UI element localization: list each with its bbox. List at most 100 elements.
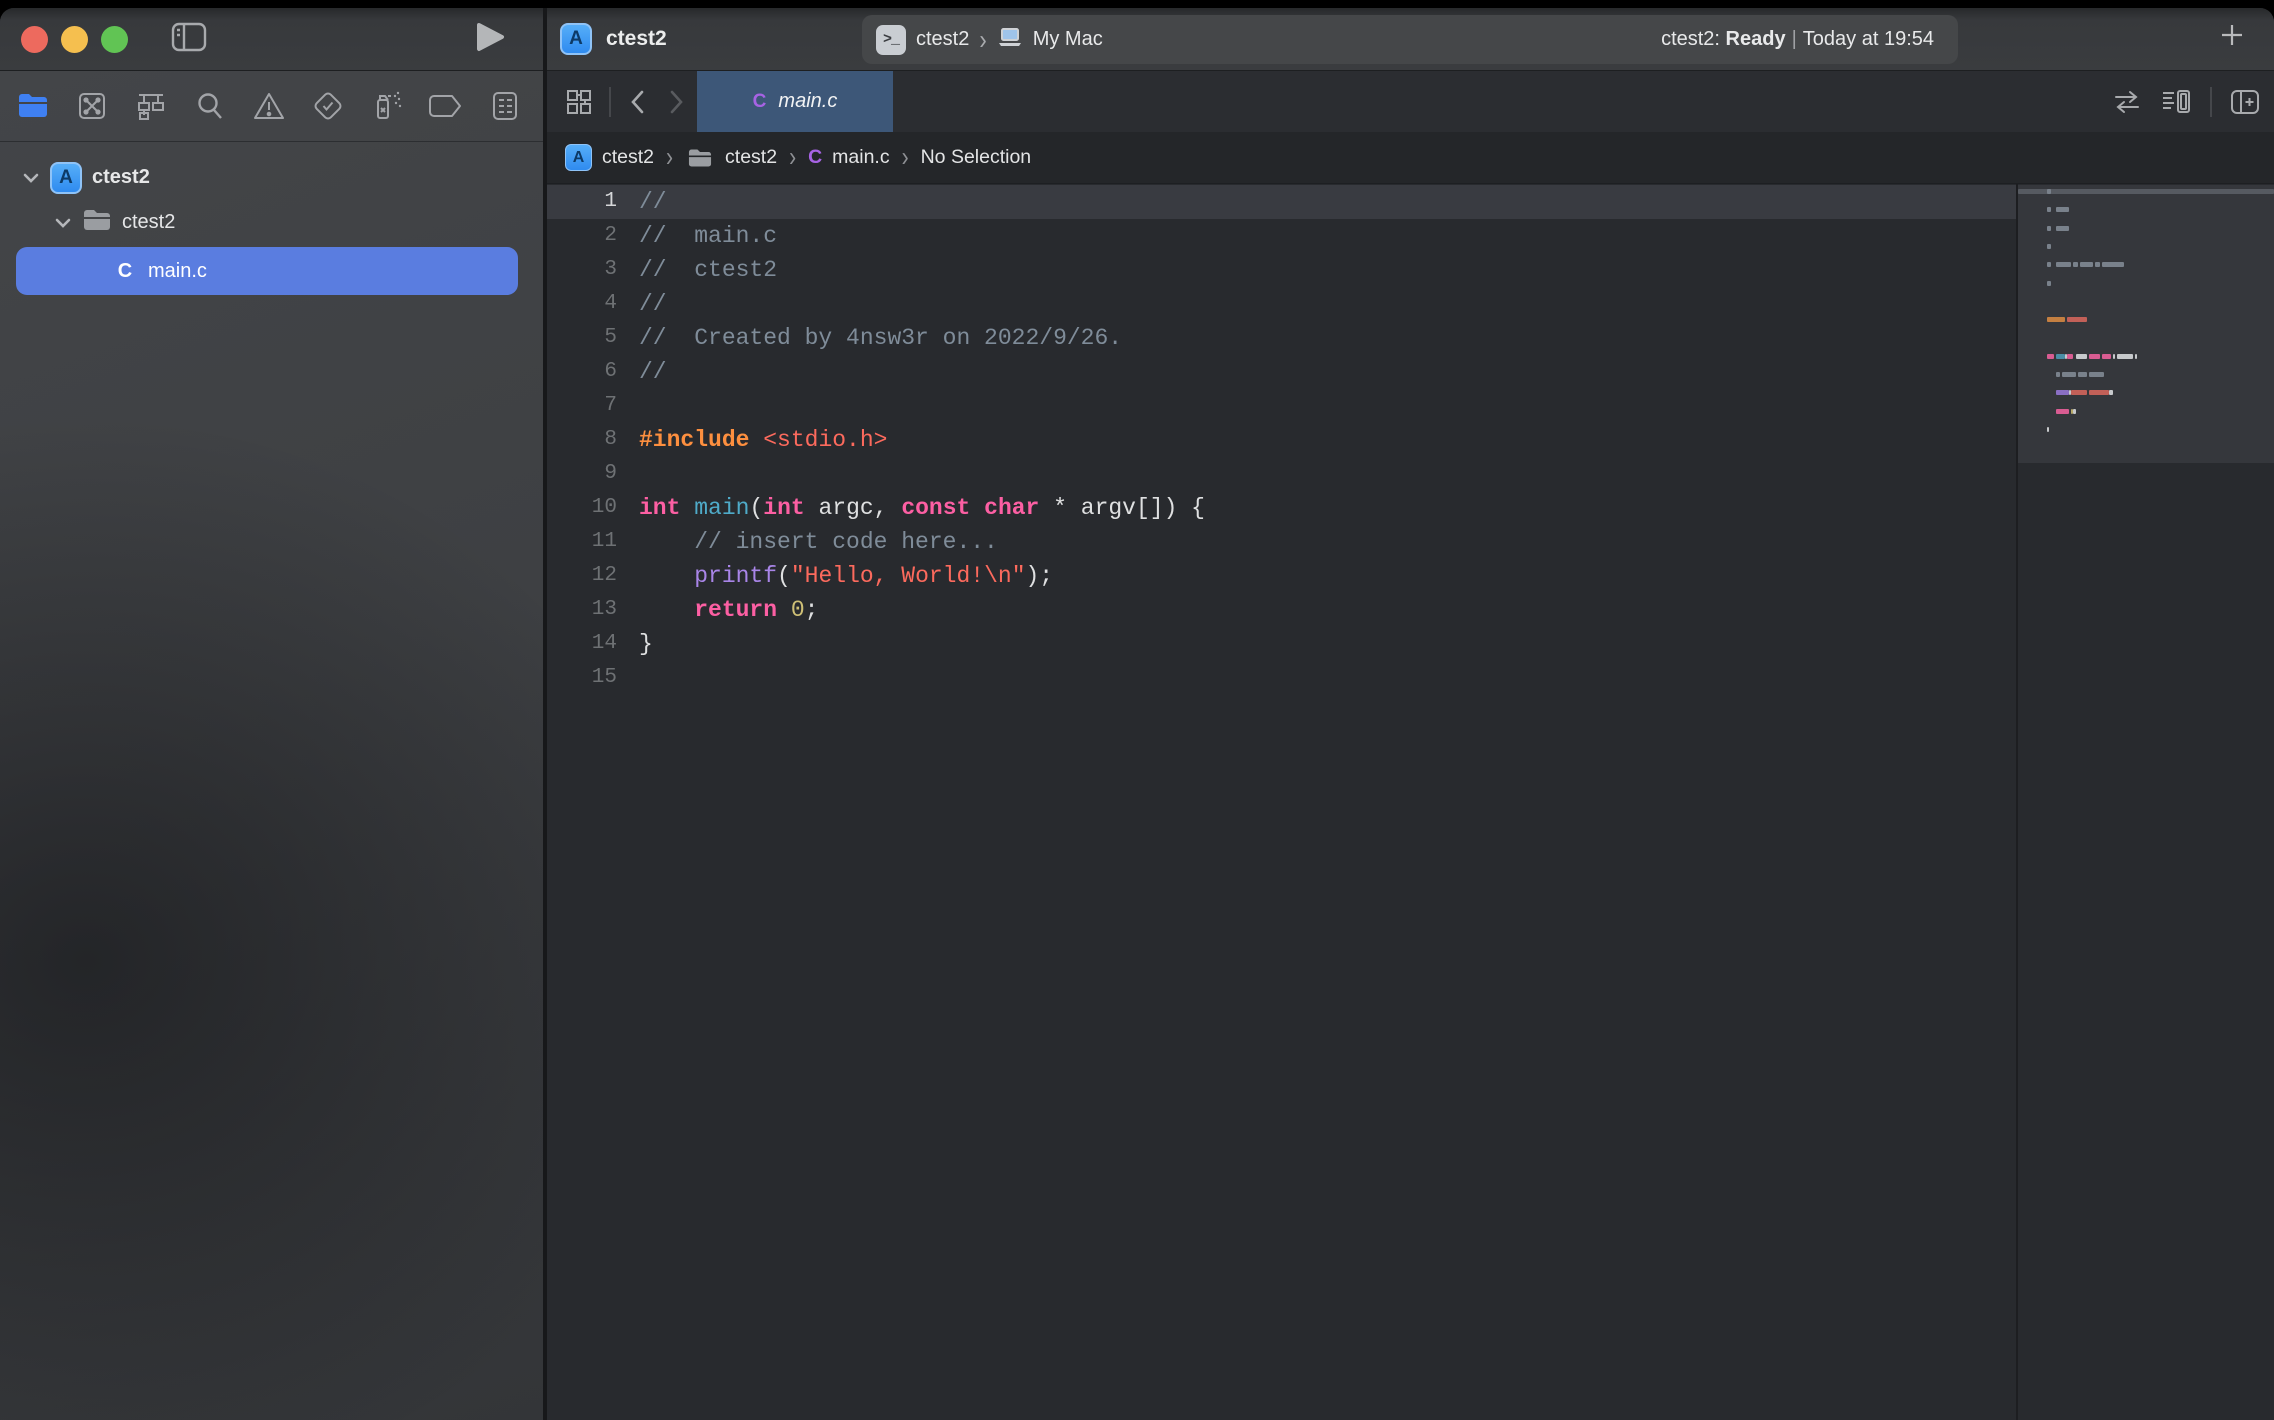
code-text: // main.c: [639, 219, 777, 253]
disclosure-chevron-icon[interactable]: [20, 172, 42, 184]
line-number: 2: [547, 219, 639, 253]
minimap-segment: [2071, 390, 2086, 395]
tree-item-main.c[interactable]: Cmain.c: [16, 247, 518, 295]
minimap[interactable]: [2018, 185, 2274, 463]
laptop-icon: [997, 26, 1023, 54]
traffic-light-zoom[interactable]: [101, 26, 128, 53]
code-line-13[interactable]: 13 return 0;: [547, 593, 2274, 627]
code-line-12[interactable]: 12 printf("Hello, World!\n");: [547, 559, 2274, 593]
minimap-segment: [2047, 262, 2051, 267]
line-number: 7: [547, 389, 639, 423]
folder-icon: [687, 147, 713, 167]
code-text: //: [639, 185, 667, 219]
window-title: ctest2: [606, 27, 667, 51]
library-plus-button[interactable]: [2212, 22, 2252, 56]
minimap-segment: [2047, 427, 2049, 432]
code-line-7[interactable]: 7: [547, 389, 2274, 423]
minimap-segment: [2089, 390, 2109, 395]
minimap-segment: [2102, 262, 2124, 267]
code-line-6[interactable]: 6//: [547, 355, 2274, 389]
code-text: int main(int argc, const char * argv[]) …: [639, 491, 1205, 525]
code-line-8[interactable]: 8#include <stdio.h>: [547, 423, 2274, 457]
code-line-1[interactable]: 1//: [547, 185, 2016, 219]
breadcrumb-label: ctest2: [602, 146, 654, 169]
line-number: 14: [547, 627, 639, 661]
minimap-segment: [2089, 372, 2104, 377]
line-number: 4: [547, 287, 639, 321]
status-project: ctest2:: [1661, 28, 1720, 50]
code-review-button[interactable]: [2112, 89, 2142, 115]
tree-item-label: main.c: [148, 260, 207, 283]
sidebar-editor-divider[interactable]: [543, 8, 547, 1420]
run-button[interactable]: [470, 22, 510, 56]
breadcrumb-item-main.c[interactable]: Cmain.c: [808, 146, 890, 169]
window-title-group: A ctest2: [560, 20, 667, 58]
forward-button[interactable]: [665, 89, 687, 115]
tab-main-c[interactable]: C main.c: [697, 71, 893, 132]
scheme-name[interactable]: ctest2: [916, 28, 969, 51]
code-line-11[interactable]: 11 // insert code here...: [547, 525, 2274, 559]
related-items-button[interactable]: [565, 88, 593, 116]
minimap-current-line: [2018, 189, 2274, 194]
play-icon: [475, 21, 505, 58]
code-line-9[interactable]: 9: [547, 457, 2274, 491]
project-app-icon: A: [560, 23, 592, 55]
breadcrumb-label: No Selection: [921, 146, 1032, 169]
disclosure-chevron-icon[interactable]: [52, 217, 74, 229]
c-file-icon: C: [808, 146, 822, 169]
minimap-segment: [2095, 262, 2099, 267]
project-navigator-icon[interactable]: [13, 86, 53, 126]
report-navigator-icon[interactable]: [485, 86, 525, 126]
folder-icon: [82, 208, 112, 238]
code-text: }: [639, 627, 653, 661]
breakpoint-navigator-icon[interactable]: [426, 86, 466, 126]
code-line-15[interactable]: 15: [547, 661, 2274, 695]
minimap-segment: [2047, 207, 2051, 212]
add-editor-button[interactable]: [2230, 89, 2260, 115]
tree-item-label: ctest2: [122, 211, 175, 234]
issue-navigator-icon[interactable]: [249, 86, 289, 126]
symbol-navigator-icon[interactable]: [131, 86, 171, 126]
tree-item-ctest2[interactable]: Actest2: [0, 155, 543, 200]
tree-item-label: ctest2: [92, 166, 150, 189]
minimap-segment: [2047, 354, 2054, 359]
minimap-segment: [2135, 354, 2137, 359]
minimap-segment: [2109, 390, 2113, 395]
traffic-light-minimize[interactable]: [61, 26, 88, 53]
breadcrumb-item-ctest2[interactable]: ctest2: [685, 146, 777, 170]
code-line-2[interactable]: 2// main.c: [547, 219, 2274, 253]
code-text: //: [639, 287, 667, 321]
activity-status[interactable]: ctest2: Ready|Today at 19:54: [1661, 28, 1934, 51]
code-text: //: [639, 355, 667, 389]
traffic-light-close[interactable]: [21, 26, 48, 53]
code-text: #include <stdio.h>: [639, 423, 887, 457]
breadcrumb-item-ctest2[interactable]: Actest2: [565, 144, 654, 171]
breadcrumb-item-no-selection[interactable]: No Selection: [921, 146, 1032, 169]
minimap-segment: [2056, 409, 2069, 414]
back-button[interactable]: [627, 89, 649, 115]
code-line-14[interactable]: 14}: [547, 627, 2274, 661]
code-line-5[interactable]: 5// Created by 4nsw3r on 2022/9/26.: [547, 321, 2274, 355]
source-editor[interactable]: 1//2// main.c3// ctest24//5// Created by…: [547, 185, 2274, 1420]
scheme-selector[interactable]: >_ ctest2 › My Mac: [876, 25, 1103, 55]
code-line-3[interactable]: 3// ctest2: [547, 253, 2274, 287]
minimap-segment: [2056, 207, 2069, 212]
minimap-toggle-button[interactable]: [2160, 88, 2192, 116]
minimap-segment: [2047, 281, 2051, 286]
tab-bar-left-controls: [565, 71, 687, 132]
terminal-scheme-icon: >_: [876, 25, 906, 55]
code-line-4[interactable]: 4//: [547, 287, 2274, 321]
breadcrumb-label: main.c: [832, 146, 889, 169]
scheme-destination[interactable]: My Mac: [1033, 28, 1103, 51]
code-line-10[interactable]: 10int main(int argc, const char * argv[]…: [547, 491, 2274, 525]
find-navigator-icon[interactable]: [190, 86, 230, 126]
status-time: Today at 19:54: [1803, 28, 1934, 50]
debug-navigator-icon[interactable]: [367, 86, 407, 126]
sidebar-toggle-button[interactable]: [168, 22, 210, 56]
tree-item-ctest2[interactable]: ctest2: [0, 200, 543, 245]
code-text: // Created by 4nsw3r on 2022/9/26.: [639, 321, 1122, 355]
test-navigator-icon[interactable]: [308, 86, 348, 126]
line-number: 12: [547, 559, 639, 593]
source-control-navigator-icon[interactable]: [72, 86, 112, 126]
minimap-segment: [2080, 262, 2093, 267]
